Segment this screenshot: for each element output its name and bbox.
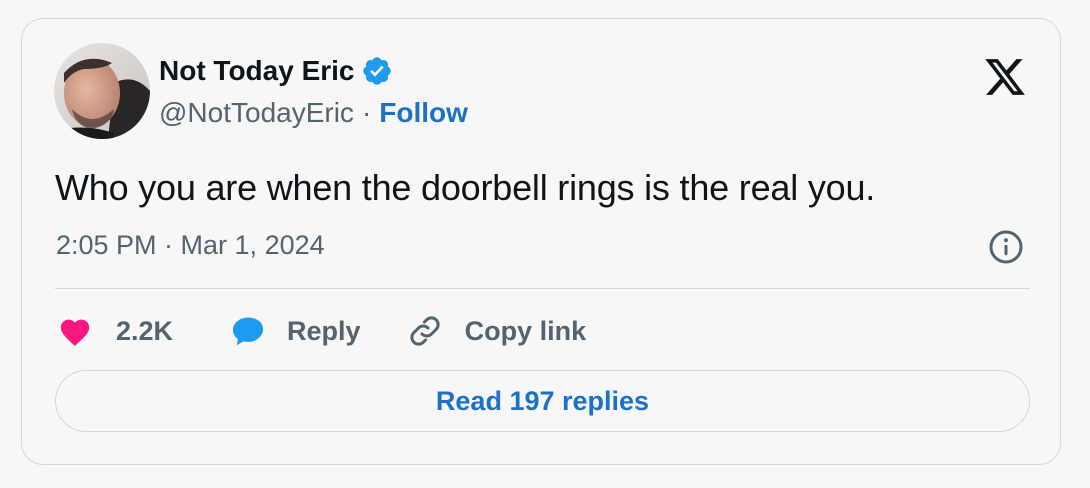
copy-link-button[interactable]: Copy link bbox=[407, 313, 587, 349]
verified-badge-icon bbox=[362, 57, 391, 85]
reply-bubble-icon bbox=[233, 317, 264, 346]
tweet-text: Who you are when the doorbell rings is t… bbox=[55, 167, 876, 208]
author-name-row: Not Today Eric bbox=[159, 53, 393, 89]
like-button[interactable]: 2.2K bbox=[58, 315, 173, 347]
tweet-timestamp[interactable]: 2:05 PM · Mar 1, 2024 bbox=[56, 230, 325, 261]
like-count: 2.2K bbox=[116, 315, 174, 346]
separator-dot: · bbox=[361, 97, 372, 128]
x-logo-icon[interactable] bbox=[983, 55, 1027, 99]
avatar[interactable] bbox=[54, 43, 150, 139]
author-handle-row: @NotTodayEric · Follow bbox=[159, 95, 468, 131]
follow-button[interactable]: Follow bbox=[379, 97, 468, 129]
link-icon bbox=[410, 316, 440, 346]
copy-link-label: Copy link bbox=[464, 315, 587, 346]
action-bar: 2.2K Reply Copy link bbox=[58, 310, 586, 352]
read-replies-button[interactable]: Read 197 replies bbox=[55, 370, 1030, 432]
tweet-embed-card: Not Today Eric @NotTodayEric · Follow Wh… bbox=[21, 18, 1061, 465]
heart-icon bbox=[60, 319, 90, 347]
author-handle[interactable]: @NotTodayEric bbox=[159, 97, 354, 129]
reply-label: Reply bbox=[287, 315, 361, 346]
reply-button[interactable]: Reply bbox=[229, 313, 361, 349]
info-icon[interactable] bbox=[988, 229, 1024, 265]
author-name[interactable]: Not Today Eric bbox=[159, 55, 355, 87]
divider bbox=[55, 288, 1030, 289]
